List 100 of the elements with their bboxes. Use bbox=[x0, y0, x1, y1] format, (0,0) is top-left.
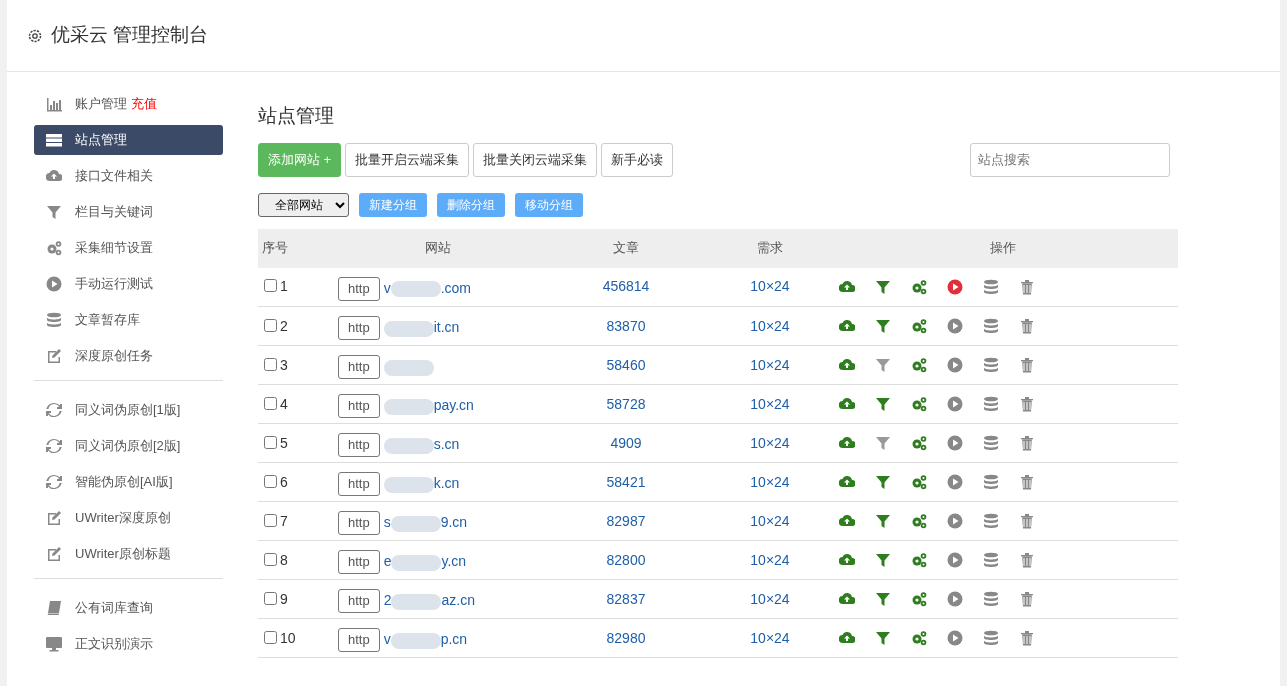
row-checkbox[interactable] bbox=[264, 552, 277, 566]
protocol-button[interactable]: http bbox=[338, 355, 380, 379]
row-checkbox[interactable] bbox=[264, 279, 277, 293]
protocol-button[interactable]: http bbox=[338, 628, 380, 652]
trash-icon[interactable] bbox=[1019, 396, 1035, 412]
protocol-button[interactable]: http bbox=[338, 394, 380, 418]
sidebar-item[interactable]: 接口文件相关 bbox=[34, 161, 223, 191]
funnel-icon[interactable] bbox=[875, 278, 891, 295]
sidebar-item[interactable]: 账户管理 充值 bbox=[34, 89, 223, 119]
row-checkbox[interactable] bbox=[264, 513, 277, 527]
gears-icon[interactable] bbox=[911, 396, 927, 412]
play-icon[interactable] bbox=[947, 552, 963, 568]
database-icon[interactable] bbox=[983, 318, 999, 334]
play-icon[interactable] bbox=[947, 435, 963, 451]
database-icon[interactable] bbox=[983, 513, 999, 529]
row-checkbox[interactable] bbox=[264, 435, 277, 449]
database-icon[interactable] bbox=[983, 357, 999, 373]
protocol-button[interactable]: http bbox=[338, 316, 380, 340]
funnel-icon[interactable] bbox=[875, 591, 891, 607]
cloud-upload-icon[interactable] bbox=[839, 474, 855, 490]
protocol-button[interactable]: http bbox=[338, 511, 380, 535]
play-icon[interactable] bbox=[947, 630, 963, 646]
cloud-upload-icon[interactable] bbox=[839, 630, 855, 646]
sidebar-item[interactable]: 正文识别演示 bbox=[34, 629, 223, 659]
trash-icon[interactable] bbox=[1019, 318, 1035, 334]
sidebar-item[interactable]: UWriter原创标题 bbox=[34, 539, 223, 569]
play-icon[interactable] bbox=[947, 513, 963, 529]
play-icon[interactable] bbox=[947, 396, 963, 412]
trash-icon[interactable] bbox=[1019, 278, 1035, 295]
cloud-upload-icon[interactable] bbox=[839, 513, 855, 529]
protocol-button[interactable]: http bbox=[338, 550, 380, 574]
sidebar-item[interactable]: 采集细节设置 bbox=[34, 233, 223, 263]
sidebar-item[interactable]: 智能伪原创[AI版] bbox=[34, 467, 223, 497]
recharge-link[interactable]: 充值 bbox=[131, 94, 157, 114]
gears-icon[interactable] bbox=[911, 357, 927, 373]
funnel-icon[interactable] bbox=[875, 474, 891, 490]
cloud-upload-icon[interactable] bbox=[839, 318, 855, 334]
protocol-button[interactable]: http bbox=[338, 277, 380, 301]
trash-icon[interactable] bbox=[1019, 435, 1035, 451]
gears-icon[interactable] bbox=[911, 474, 927, 490]
group-select[interactable]: 全部网站 bbox=[258, 192, 349, 217]
sidebar-item[interactable]: 同义词伪原创[2版] bbox=[34, 431, 223, 461]
database-icon[interactable] bbox=[983, 396, 999, 412]
database-icon[interactable] bbox=[983, 630, 999, 646]
cloud-upload-icon[interactable] bbox=[839, 552, 855, 568]
funnel-icon[interactable] bbox=[875, 435, 891, 451]
funnel-icon[interactable] bbox=[875, 552, 891, 568]
row-checkbox[interactable] bbox=[264, 591, 277, 605]
protocol-button[interactable]: http bbox=[338, 433, 380, 457]
sidebar-item[interactable]: 深度原创任务 bbox=[34, 341, 223, 371]
gears-icon[interactable] bbox=[911, 513, 927, 529]
gears-icon[interactable] bbox=[911, 630, 927, 646]
row-checkbox[interactable] bbox=[264, 474, 277, 488]
gears-icon[interactable] bbox=[911, 591, 927, 607]
play-icon[interactable] bbox=[947, 278, 963, 295]
row-checkbox[interactable] bbox=[264, 318, 277, 332]
cloud-upload-icon[interactable] bbox=[839, 278, 855, 295]
funnel-icon[interactable] bbox=[875, 513, 891, 529]
gears-icon[interactable] bbox=[911, 435, 927, 451]
sidebar-item[interactable]: 文章暂存库 bbox=[34, 305, 223, 335]
play-icon[interactable] bbox=[947, 318, 963, 334]
cloud-upload-icon[interactable] bbox=[839, 435, 855, 451]
trash-icon[interactable] bbox=[1019, 591, 1035, 607]
sidebar-item[interactable]: UWriter深度原创 bbox=[34, 503, 223, 533]
database-icon[interactable] bbox=[983, 591, 999, 607]
cloud-upload-icon[interactable] bbox=[839, 396, 855, 412]
sidebar-item[interactable]: 公有词库查询 bbox=[34, 593, 223, 623]
database-icon[interactable] bbox=[983, 278, 999, 295]
gears-icon[interactable] bbox=[911, 552, 927, 568]
cloud-upload-icon[interactable] bbox=[839, 357, 855, 373]
toolbar-button[interactable]: 批量开启云端采集 bbox=[345, 142, 470, 177]
row-checkbox[interactable] bbox=[264, 357, 277, 371]
toolbar-button[interactable]: 批量关闭云端采集 bbox=[473, 142, 598, 177]
play-icon[interactable] bbox=[947, 474, 963, 490]
database-icon[interactable] bbox=[983, 435, 999, 451]
sidebar-item[interactable]: 同义词伪原创[1版] bbox=[34, 395, 223, 425]
trash-icon[interactable] bbox=[1019, 513, 1035, 529]
database-icon[interactable] bbox=[983, 474, 999, 490]
row-checkbox[interactable] bbox=[264, 630, 277, 644]
play-icon[interactable] bbox=[947, 591, 963, 607]
sidebar-item[interactable]: 栏目与关键词 bbox=[34, 197, 223, 227]
gears-icon[interactable] bbox=[911, 318, 927, 334]
funnel-icon[interactable] bbox=[875, 318, 891, 334]
protocol-button[interactable]: http bbox=[338, 472, 380, 496]
row-checkbox[interactable] bbox=[264, 396, 277, 410]
sidebar-item[interactable]: 手动运行测试 bbox=[34, 269, 223, 299]
play-icon[interactable] bbox=[947, 357, 963, 373]
funnel-icon[interactable] bbox=[875, 357, 891, 373]
funnel-icon[interactable] bbox=[875, 630, 891, 646]
gears-icon[interactable] bbox=[911, 278, 927, 295]
sidebar-item[interactable]: 站点管理 bbox=[34, 125, 223, 155]
trash-icon[interactable] bbox=[1019, 474, 1035, 490]
trash-icon[interactable] bbox=[1019, 630, 1035, 646]
database-icon[interactable] bbox=[983, 552, 999, 568]
search-field[interactable]: 站点搜索 bbox=[970, 142, 1170, 177]
cloud-upload-icon[interactable] bbox=[839, 591, 855, 607]
toolbar-button[interactable]: 新手必读 bbox=[601, 142, 674, 177]
protocol-button[interactable]: http bbox=[338, 589, 380, 613]
trash-icon[interactable] bbox=[1019, 357, 1035, 373]
funnel-icon[interactable] bbox=[875, 396, 891, 412]
